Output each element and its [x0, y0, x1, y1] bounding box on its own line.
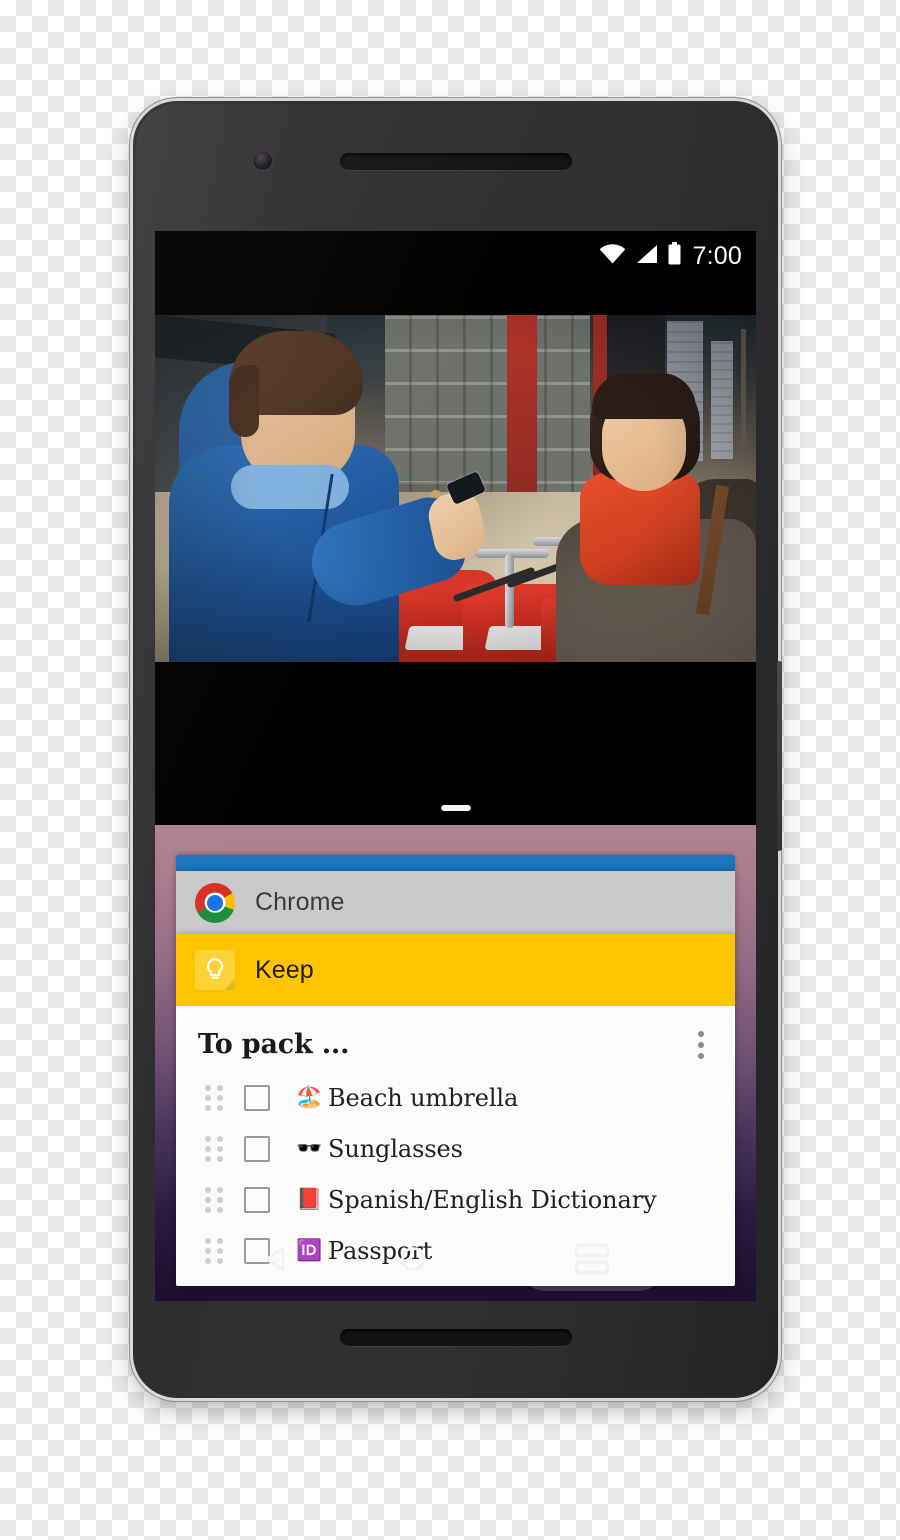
note-item-label: Sunglasses — [328, 1134, 463, 1163]
home-circle-icon — [401, 1247, 426, 1271]
sunglasses-emoji: 🕶️ — [296, 1137, 323, 1160]
recents-split-screen-button[interactable] — [514, 1227, 669, 1291]
split-screen-divider-handle[interactable] — [440, 805, 471, 811]
recents-card-chrome[interactable]: Chrome — [176, 871, 735, 934]
card-peek-previous-app[interactable] — [176, 855, 735, 871]
video-frame[interactable] — [155, 315, 756, 662]
note-item-label: Spanish/English Dictionary — [328, 1185, 657, 1214]
keep-note-header: To pack ... — [176, 1006, 735, 1072]
status-bar[interactable]: 7:00 — [155, 231, 756, 281]
recents-card-chrome-header[interactable]: Chrome — [176, 871, 735, 934]
recents-card-chrome-label: Chrome — [255, 888, 345, 916]
recents-card-keep-header[interactable]: Keep — [176, 934, 735, 1006]
note-item-checkbox[interactable] — [244, 1186, 270, 1213]
power-button[interactable] — [777, 661, 782, 851]
earpiece-speaker-icon — [339, 153, 572, 170]
battery-icon — [667, 242, 682, 270]
bottom-speaker-icon — [339, 1329, 572, 1346]
recents-card-keep-label: Keep — [255, 955, 314, 984]
wifi-icon — [599, 243, 626, 269]
back-triangle-icon — [265, 1246, 285, 1272]
cellular-signal-icon — [635, 244, 658, 269]
note-list-item[interactable]: 🕶️ Sunglasses — [176, 1123, 735, 1174]
overflow-menu-icon[interactable] — [687, 1030, 715, 1060]
chrome-icon — [195, 882, 235, 923]
drag-handle-icon[interactable] — [203, 1084, 225, 1111]
back-button[interactable] — [242, 1230, 312, 1288]
beach-umbrella-emoji: 🏖️ — [296, 1086, 323, 1109]
video-player-pane[interactable] — [155, 281, 756, 713]
split-screen-divider-pane — [155, 713, 756, 825]
keep-icon — [195, 950, 235, 990]
page-canvas: 7:00 Chrome Keep To pack ... 🏖️ Beach um… — [0, 0, 900, 1540]
note-item-checkbox[interactable] — [244, 1084, 270, 1111]
split-screen-icon — [574, 1244, 609, 1274]
note-item-label: Beach umbrella — [328, 1083, 519, 1112]
keep-note-title: To pack ... — [198, 1029, 350, 1060]
note-list-item[interactable]: 🏖️ Beach umbrella — [176, 1072, 735, 1123]
note-item-checkbox[interactable] — [244, 1135, 270, 1162]
status-bar-clock: 7:00 — [692, 241, 742, 270]
drag-handle-icon[interactable] — [203, 1135, 225, 1162]
drag-handle-icon[interactable] — [203, 1186, 225, 1213]
recents-pane: Chrome Keep To pack ... 🏖️ Beach umbrell… — [155, 825, 756, 1301]
home-button[interactable] — [378, 1230, 448, 1288]
phone-device-frame: 7:00 Chrome Keep To pack ... 🏖️ Beach um… — [133, 101, 782, 1398]
navigation-bar — [155, 1217, 756, 1301]
closed-book-emoji: 📕 — [296, 1188, 323, 1211]
scene-vignette — [155, 315, 756, 662]
phone-screen: 7:00 Chrome Keep To pack ... 🏖️ Beach um… — [155, 231, 756, 1301]
front-camera-icon — [253, 151, 272, 170]
